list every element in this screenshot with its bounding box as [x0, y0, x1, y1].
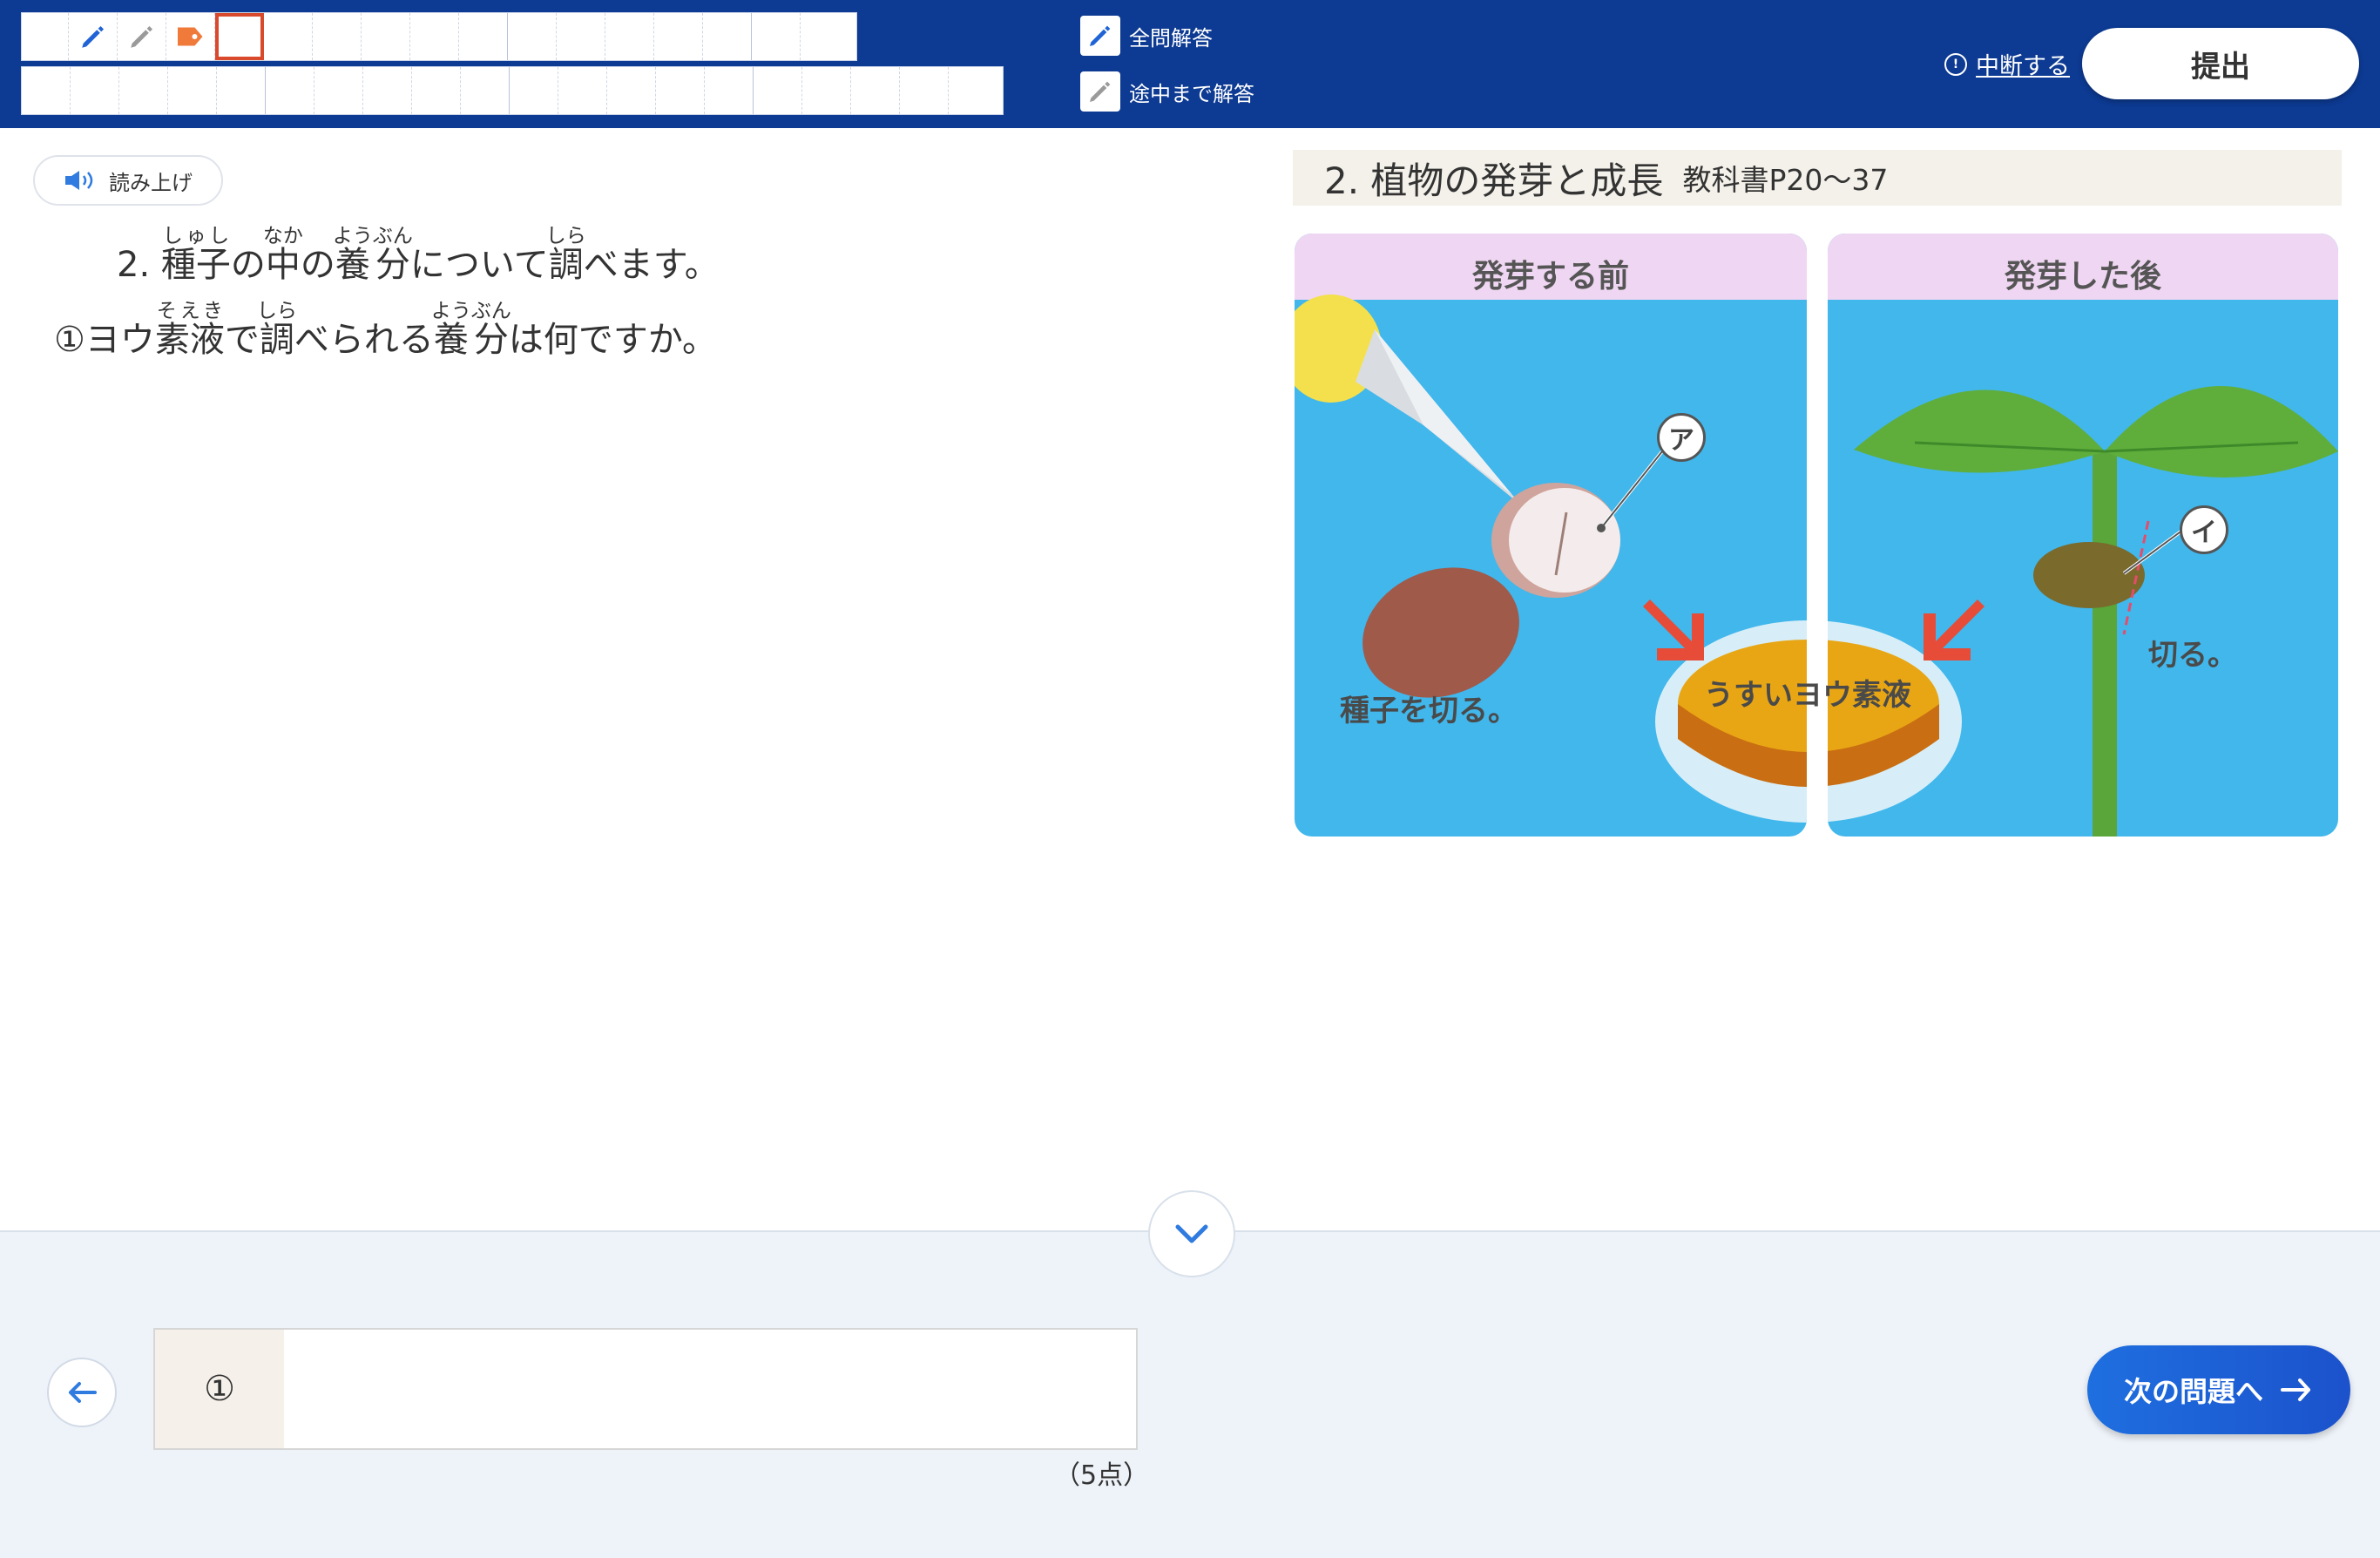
- answer-input[interactable]: [284, 1330, 1136, 1448]
- alert-icon: !: [1944, 52, 1967, 76]
- empty-cell[interactable]: [363, 67, 412, 114]
- empty-cell[interactable]: [605, 13, 654, 60]
- pencil-blue-icon: [81, 25, 104, 48]
- seedling-illustration: [1828, 386, 2338, 837]
- empty-cell[interactable]: [607, 67, 656, 114]
- iodine-caption: うすいヨウ素液: [1704, 678, 1911, 713]
- speaker-icon: [65, 171, 93, 190]
- pencil-icon: [1080, 16, 1120, 56]
- cut-seed-caption: 種子を切る。: [1340, 694, 1518, 728]
- empty-cell[interactable]: [801, 13, 849, 60]
- pencil-tool-button[interactable]: [118, 13, 166, 60]
- furigana-word: 調しら: [545, 225, 586, 285]
- empty-cell[interactable]: [71, 67, 119, 114]
- furigana-word: 調しら: [256, 300, 297, 360]
- empty-cell[interactable]: [313, 13, 362, 60]
- empty-cell[interactable]: [949, 67, 1001, 114]
- reference-title-bar: 2. 植物の発芽と成長 教科書P20～37: [1293, 150, 2342, 206]
- answer-partial-label: 途中まで解答: [1129, 81, 1254, 106]
- reference-title: 2. 植物の発芽と成長: [1324, 159, 1664, 202]
- empty-cell[interactable]: [410, 13, 459, 60]
- chevron-down-icon: [1175, 1224, 1208, 1243]
- points-label: （5点）: [1054, 1460, 1150, 1491]
- textbook-pages: 教科書P20～37: [1682, 163, 1889, 197]
- empty-cell[interactable]: [119, 67, 168, 114]
- empty-cell[interactable]: [656, 67, 705, 114]
- cut-caption: 切る。: [2148, 638, 2237, 673]
- question-heading: 2. 種子しゅしの中なかの養分ようぶんについて調しらべます。: [117, 225, 720, 285]
- empty-cell[interactable]: [851, 67, 900, 114]
- suspend-link[interactable]: ! 中断する: [1944, 47, 2070, 81]
- panel-before-germination: 発芽する前 ア 種子を切る。: [1295, 234, 1807, 837]
- furigana-word: 種子しゅし: [160, 225, 231, 285]
- empty-cell[interactable]: [459, 13, 508, 60]
- empty-cell[interactable]: [802, 67, 851, 114]
- empty-cell[interactable]: [168, 67, 217, 114]
- question-text: ①ヨウ素液そえきで調しらべられる養分ようぶんは何ですか。: [54, 300, 718, 360]
- seed-cutting-illustration: [1295, 295, 1807, 823]
- empty-cell[interactable]: [558, 67, 607, 114]
- furigana-word: 中なか: [262, 225, 303, 285]
- empty-cell[interactable]: [510, 67, 558, 114]
- furigana-word: 養分ようぶん: [332, 225, 413, 285]
- reference-illustration: 発芽する前 ア 種子を切る。 発芽した後 イ 切る。 うすいヨウ素液: [1295, 234, 2338, 837]
- empty-cell[interactable]: [705, 67, 754, 114]
- answer-mark-strip-top: [21, 12, 857, 61]
- empty-cell[interactable]: [22, 13, 69, 60]
- empty-cell[interactable]: [703, 13, 752, 60]
- arrow-left-icon: [69, 1382, 97, 1403]
- answer-partial-button[interactable]: 途中まで解答: [1080, 71, 1254, 112]
- empty-cell[interactable]: [264, 13, 313, 60]
- read-aloud-button[interactable]: 読み上げ: [33, 155, 223, 206]
- empty-cell[interactable]: [900, 67, 949, 114]
- empty-cell[interactable]: [266, 67, 314, 114]
- answer-number: ①: [155, 1330, 284, 1448]
- empty-cell[interactable]: [752, 13, 801, 60]
- furigana-word: 素液そえき: [154, 300, 225, 360]
- answer-mark-strip-bottom: [21, 66, 1004, 115]
- selected-cell[interactable]: [215, 13, 264, 60]
- top-header: 全問解答 途中まで解答 ! 中断する 提出: [0, 0, 2380, 128]
- tag-orange-icon: [177, 27, 202, 46]
- empty-cell[interactable]: [217, 67, 266, 114]
- previous-question-button[interactable]: [47, 1358, 117, 1427]
- submit-button[interactable]: 提出: [2082, 28, 2359, 99]
- answer-all-label: 全問解答: [1129, 25, 1213, 51]
- answer-all-button[interactable]: 全問解答: [1080, 16, 1213, 56]
- furigana-word: 養分ようぶん: [430, 300, 511, 360]
- arrow-right-icon: [2281, 1378, 2310, 1401]
- empty-cell[interactable]: [508, 13, 557, 60]
- empty-cell[interactable]: [654, 13, 703, 60]
- collapse-panel-button[interactable]: [1148, 1190, 1235, 1277]
- suspend-label: 中断する: [1976, 53, 2070, 80]
- tag-tool-button[interactable]: [166, 13, 215, 60]
- pencil-gray-icon: [1080, 71, 1120, 112]
- empty-cell[interactable]: [412, 67, 461, 114]
- empty-cell[interactable]: [22, 67, 71, 114]
- next-question-button[interactable]: 次の問題へ: [2087, 1345, 2350, 1434]
- empty-cell[interactable]: [754, 67, 802, 114]
- empty-cell[interactable]: [314, 67, 363, 114]
- empty-cell[interactable]: [461, 67, 510, 114]
- empty-cell[interactable]: [362, 13, 410, 60]
- panel-after-germination: 発芽した後 イ 切る。: [1828, 234, 2338, 837]
- answer-row: ①: [153, 1328, 1138, 1450]
- label-a: ア: [1657, 413, 1706, 462]
- read-aloud-label: 読み上げ: [109, 170, 193, 195]
- pen-tool-button[interactable]: [69, 13, 118, 60]
- empty-cell[interactable]: [557, 13, 605, 60]
- next-question-label: 次の問題へ: [2123, 1375, 2263, 1408]
- pencil-gray-icon: [130, 25, 152, 48]
- label-i: イ: [2180, 505, 2228, 554]
